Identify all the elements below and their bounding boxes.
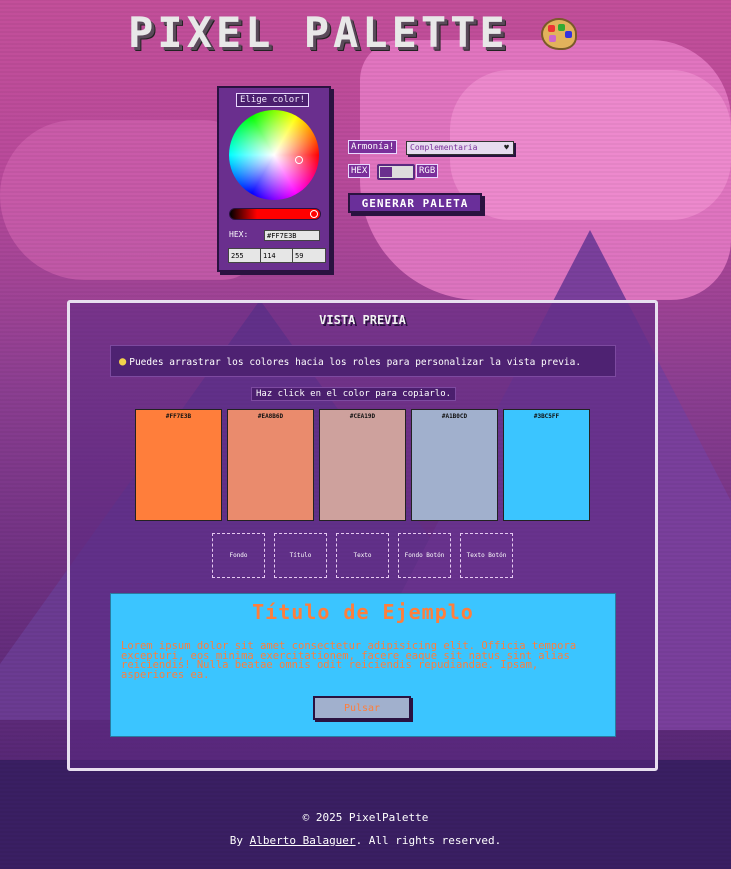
color-wheel-handle[interactable] xyxy=(295,156,303,164)
brightness-slider[interactable] xyxy=(229,208,321,220)
page-title: PIXEL PALETTE xyxy=(128,8,509,57)
artist-palette-icon xyxy=(541,18,577,50)
footer-by: By xyxy=(229,834,250,847)
color-wheel[interactable] xyxy=(229,110,319,200)
role-drop-texto-boton[interactable]: Texto Botón xyxy=(460,533,513,578)
hex-label: HEX: xyxy=(229,230,249,239)
swatch-hex: #CEA19D xyxy=(349,413,376,420)
footer-rights: . All rights reserved. xyxy=(355,834,502,847)
tip-text: Puedes arrastrar los colores hacia los r… xyxy=(129,357,582,368)
hex-input[interactable] xyxy=(264,230,320,241)
role-drop-fondo-boton[interactable]: Fondo Botón xyxy=(398,533,451,578)
preview-panel: VISTA PREVIA ● Puedes arrastrar los color… xyxy=(67,300,658,771)
swatch-hex: #A1B0CD xyxy=(441,413,468,420)
color-swatch[interactable]: #FF7E3B xyxy=(135,409,222,521)
red-input[interactable] xyxy=(228,248,262,263)
paint-dot xyxy=(548,25,555,32)
copy-hint: Haz click en el color para copiarlo. xyxy=(251,387,457,401)
picker-label: Elige color! xyxy=(236,93,310,107)
harmony-select[interactable]: Complementaria ♥ xyxy=(406,141,514,155)
color-swatch[interactable]: #EA8B6D xyxy=(227,409,314,521)
lightbulb-icon: ● xyxy=(119,354,127,368)
role-drop-texto[interactable]: Texto xyxy=(336,533,389,578)
sample-preview-card: Título de Ejemplo Lorem ipsum dolor sit … xyxy=(110,593,616,737)
heart-chevron-icon: ♥ xyxy=(504,143,509,152)
color-swatch[interactable]: #A1B0CD xyxy=(411,409,498,521)
blue-input[interactable] xyxy=(292,248,326,263)
color-picker-panel: Elige color! HEX: xyxy=(217,86,331,272)
brightness-slider-handle[interactable] xyxy=(310,210,318,218)
role-drop-titulo[interactable]: Título xyxy=(274,533,327,578)
sample-heading: Título de Ejemplo xyxy=(252,600,474,624)
swatch-hex: #3BC5FF xyxy=(533,413,560,420)
swatch-hex: #FF7E3B xyxy=(165,413,192,420)
harmony-label: Armonía! xyxy=(348,140,398,154)
paint-dot xyxy=(549,35,556,42)
toggle-thumb xyxy=(380,167,392,177)
author-link[interactable]: Alberto Balaguer xyxy=(250,834,356,847)
sample-button[interactable]: Pulsar xyxy=(313,696,411,720)
paint-dot xyxy=(558,24,565,31)
swatch-hex: #EA8B6D xyxy=(257,413,284,420)
color-swatch[interactable]: #CEA19D xyxy=(319,409,406,521)
footer-copyright: © 2025 PixelPalette xyxy=(302,811,429,824)
color-swatch[interactable]: #3BC5FF xyxy=(503,409,590,521)
footer-credits: By Alberto Balaguer. All rights reserved… xyxy=(0,834,731,847)
sample-body-text: Lorem ipsum dolor sit amet consectetur a… xyxy=(121,640,577,681)
drag-tip: ● Puedes arrastrar los colores hacia los … xyxy=(110,345,616,377)
harmony-select-value: Complementaria xyxy=(410,143,478,152)
hex-toggle-label: HEX xyxy=(348,164,371,178)
preview-title: VISTA PREVIA xyxy=(319,313,406,327)
hex-row: HEX: xyxy=(229,230,320,241)
role-drop-fondo[interactable]: Fondo xyxy=(212,533,265,578)
generate-palette-button[interactable]: GENERAR PALETA xyxy=(348,193,482,213)
hex-rgb-toggle[interactable] xyxy=(377,164,415,180)
green-input[interactable] xyxy=(260,248,294,263)
rgb-toggle-label: RGB xyxy=(416,164,439,178)
paint-dot xyxy=(565,31,572,38)
